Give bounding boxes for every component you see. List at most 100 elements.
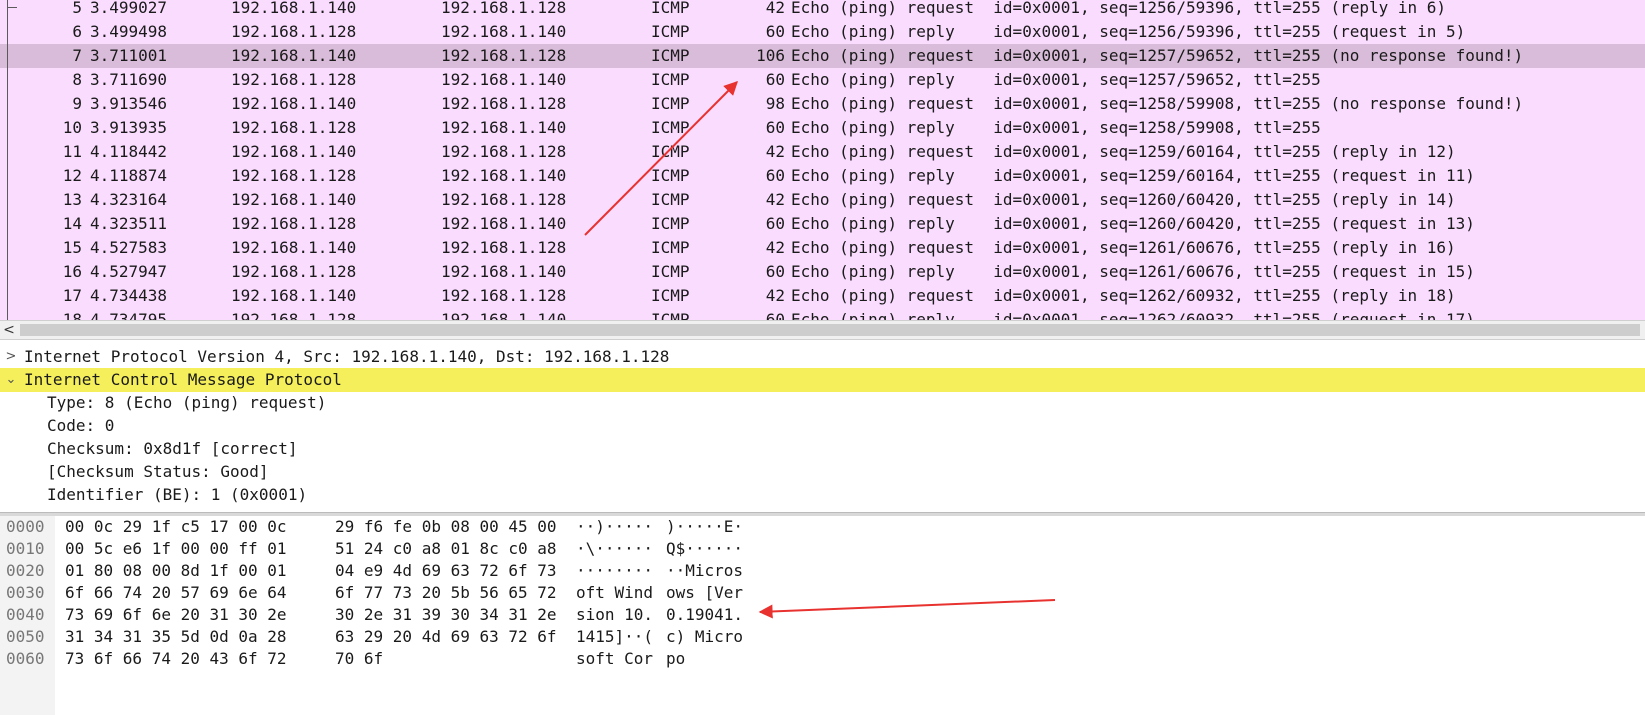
- detail-row[interactable]: ⌄ Internet Control Message Protocol: [0, 368, 1645, 392]
- packet-number: 18: [62, 310, 82, 320]
- packet-destination: 192.168.1.128: [441, 142, 567, 161]
- packet-time: 4.734795: [90, 310, 168, 320]
- packet-info: Echo (ping) request id=0x0001, seq=1257/…: [791, 46, 1524, 65]
- packet-row[interactable]: 18 4.734795 192.168.1.128 192.168.1.140 ICMP…: [0, 308, 1645, 320]
- hex-bytes-right: 29 f6 fe 0b 08 00 45 00: [335, 517, 557, 536]
- packet-info: Echo (ping) request id=0x0001, seq=1256/…: [791, 0, 1447, 17]
- packet-protocol: ICMP: [651, 118, 690, 137]
- packet-protocol: ICMP: [651, 22, 690, 41]
- packet-row[interactable]: 8 3.711690 192.168.1.128 192.168.1.140 ICMP 6…: [0, 68, 1645, 92]
- bytes-row[interactable]: 0000 00 0c 29 1f c5 17 00 0c 29 f6 fe 0b 0…: [0, 516, 1645, 538]
- packet-source: 192.168.1.140: [231, 238, 357, 257]
- packet-destination: 192.168.1.128: [441, 238, 567, 257]
- packet-source: 192.168.1.140: [231, 94, 357, 113]
- packet-protocol: ICMP: [651, 46, 690, 65]
- hex-bytes-left: 6f 66 74 20 57 69 6e 64: [65, 583, 287, 602]
- packet-row[interactable]: 5 3.499027 192.168.1.140 192.168.1.128 ICMP 4…: [0, 0, 1645, 20]
- hex-bytes-left: 00 0c 29 1f c5 17 00 0c: [65, 517, 287, 536]
- detail-row[interactable]: Checksum: 0x8d1f [correct]: [0, 437, 1645, 461]
- packet-number: 8: [72, 70, 82, 89]
- detail-row[interactable]: Type: 8 (Echo (ping) request): [0, 391, 1645, 415]
- hex-bytes-left: 00 5c e6 1f 00 00 ff 01: [65, 539, 287, 558]
- packet-row[interactable]: 13 4.323164 192.168.1.140 192.168.1.128 ICMP…: [0, 188, 1645, 212]
- packet-source: 192.168.1.128: [231, 70, 357, 89]
- bytes-row[interactable]: 0050 31 34 31 35 5d 0d 0a 28 63 29 20 4d 6…: [0, 626, 1645, 648]
- packet-protocol: ICMP: [651, 94, 690, 113]
- packet-destination: 192.168.1.128: [441, 0, 567, 17]
- ascii-bytes-right: ows [Ver: [666, 583, 744, 602]
- ascii-bytes-left: 1415]··(: [576, 627, 654, 646]
- packet-protocol: ICMP: [651, 142, 690, 161]
- packet-row[interactable]: 12 4.118874 192.168.1.128 192.168.1.140 ICMP…: [0, 164, 1645, 188]
- detail-row[interactable]: > Internet Protocol Version 4, Src: 192.1…: [0, 350, 1645, 369]
- bytes-row[interactable]: 0030 6f 66 74 20 57 69 6e 64 6f 77 73 20 5…: [0, 582, 1645, 604]
- packet-source: 192.168.1.128: [231, 262, 357, 281]
- hex-bytes-left: 73 69 6f 6e 20 31 30 2e: [65, 605, 287, 624]
- packet-destination: 192.168.1.140: [441, 310, 567, 320]
- chevron-down-icon[interactable]: ⌄: [4, 368, 18, 392]
- detail-row[interactable]: Identifier (BE): 1 (0x0001): [0, 483, 1645, 507]
- packet-protocol: ICMP: [651, 238, 690, 257]
- packet-source: 192.168.1.128: [231, 22, 357, 41]
- detail-text: Type: 8 (Echo (ping) request): [47, 393, 327, 412]
- packet-time: 4.323164: [90, 190, 168, 209]
- packet-destination: 192.168.1.140: [441, 166, 567, 185]
- byte-offset: 0020: [6, 561, 45, 580]
- packet-source: 192.168.1.128: [231, 118, 357, 137]
- bytes-row[interactable]: 0010 00 5c e6 1f 00 00 ff 01 51 24 c0 a8 0…: [0, 538, 1645, 560]
- hex-bytes-left: 01 80 08 00 8d 1f 00 01: [65, 561, 287, 580]
- hex-bytes-right: 30 2e 31 39 30 34 31 2e: [335, 605, 557, 624]
- packet-info: Echo (ping) reply id=0x0001, seq=1261/60…: [791, 262, 1475, 281]
- packet-row[interactable]: 11 4.118442 192.168.1.140 192.168.1.128 ICMP…: [0, 140, 1645, 164]
- ascii-bytes-left: oft Wind: [576, 583, 654, 602]
- packet-info: Echo (ping) request id=0x0001, seq=1258/…: [791, 94, 1524, 113]
- packet-info: Echo (ping) reply id=0x0001, seq=1258/59…: [791, 118, 1321, 137]
- bytes-row[interactable]: 0060 73 6f 66 74 20 43 6f 72 70 6f soft Cor…: [0, 648, 1645, 670]
- packet-time: 3.913546: [90, 94, 168, 113]
- byte-offset: 0060: [6, 649, 45, 668]
- packet-time: 3.499498: [90, 22, 168, 41]
- packet-number: 16: [62, 262, 82, 281]
- packet-row[interactable]: 16 4.527947 192.168.1.128 192.168.1.140 ICMP…: [0, 260, 1645, 284]
- packet-row[interactable]: 10 3.913935 192.168.1.128 192.168.1.140 ICMP…: [0, 116, 1645, 140]
- packet-info: Echo (ping) reply id=0x0001, seq=1256/59…: [791, 22, 1466, 41]
- packet-number: 15: [62, 238, 82, 257]
- hex-bytes-right: 04 e9 4d 69 63 72 6f 73: [335, 561, 557, 580]
- packet-row[interactable]: 6 3.499498 192.168.1.128 192.168.1.140 ICMP 6…: [0, 20, 1645, 44]
- bytes-row[interactable]: 0020 01 80 08 00 8d 1f 00 01 04 e9 4d 69 6…: [0, 560, 1645, 582]
- packet-number: 17: [62, 286, 82, 305]
- detail-row[interactable]: Code: 0: [0, 414, 1645, 438]
- packet-destination: 192.168.1.128: [441, 94, 567, 113]
- conversation-line-start: [7, 7, 17, 8]
- detail-text: Internet Control Message Protocol: [24, 370, 342, 389]
- hex-bytes-right: 6f 77 73 20 5b 56 65 72: [335, 583, 557, 602]
- packet-row[interactable]: 7 3.711001 192.168.1.140 192.168.1.128 ICMP 1…: [0, 44, 1645, 68]
- byte-offset: 0040: [6, 605, 45, 624]
- packet-bytes-pane[interactable]: 0000 00 0c 29 1f c5 17 00 0c 29 f6 fe 0b 0…: [0, 516, 1645, 715]
- packet-source: 192.168.1.140: [231, 190, 357, 209]
- packet-length: 60: [765, 70, 785, 89]
- packet-destination: 192.168.1.128: [441, 286, 567, 305]
- scrollbar-thumb[interactable]: [20, 324, 1640, 336]
- packet-list[interactable]: 18 4.734795 192.168.1.128 192.168.1.140 ICMP…: [0, 0, 1645, 320]
- packet-destination: 192.168.1.140: [441, 262, 567, 281]
- packet-row[interactable]: 15 4.527583 192.168.1.140 192.168.1.128 ICMP…: [0, 236, 1645, 260]
- packet-number: 6: [72, 22, 82, 41]
- packet-destination: 192.168.1.128: [441, 190, 567, 209]
- packet-length: 60: [765, 214, 785, 233]
- hex-bytes-right: 51 24 c0 a8 01 8c c0 a8: [335, 539, 557, 558]
- packet-row[interactable]: 14 4.323511 192.168.1.128 192.168.1.140 ICMP…: [0, 212, 1645, 236]
- packet-source: 192.168.1.140: [231, 46, 357, 65]
- packet-details-pane[interactable]: > Internet Protocol Version 4, Src: 192.1…: [0, 350, 1645, 510]
- packet-length: 106: [756, 46, 785, 65]
- scroll-left-icon[interactable]: <: [0, 321, 18, 339]
- packet-row[interactable]: 9 3.913546 192.168.1.140 192.168.1.128 ICMP 9…: [0, 92, 1645, 116]
- horizontal-scrollbar[interactable]: <: [0, 320, 1645, 340]
- detail-row[interactable]: [Checksum Status: Good]: [0, 460, 1645, 484]
- packet-number: 10: [62, 118, 82, 137]
- bytes-row[interactable]: 0040 73 69 6f 6e 20 31 30 2e 30 2e 31 39 3…: [0, 604, 1645, 626]
- packet-row[interactable]: 17 4.734438 192.168.1.140 192.168.1.128 ICMP…: [0, 284, 1645, 308]
- ascii-bytes-left: ········: [576, 561, 654, 580]
- ascii-bytes-right: Q$······: [666, 539, 744, 558]
- chevron-right-icon[interactable]: >: [4, 350, 18, 369]
